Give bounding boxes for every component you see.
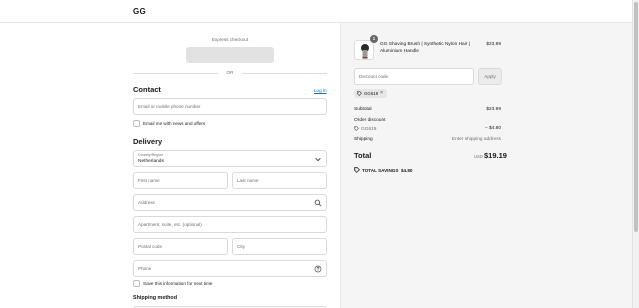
discount-code-input[interactable]: Discount code [354,68,474,85]
last-name-field[interactable]: Last name [232,172,327,189]
save-info-checkbox[interactable] [133,280,140,287]
city-field[interactable]: City [232,238,327,255]
country-value: Netherlands [138,159,164,164]
scrollbar-thumb[interactable] [634,2,638,232]
first-name-field[interactable]: First name [133,172,228,189]
city-placeholder: City [237,244,245,249]
shipping-method-heading: Shipping method [133,295,178,301]
apply-discount-button[interactable]: Apply [478,68,502,85]
country-label: Country/Region [138,153,163,157]
shipping-label: Shipping [354,137,373,142]
page-scrollbar[interactable] [632,0,639,308]
total-label: Total [354,151,372,160]
total-value: $19.19 [484,151,507,160]
postal-code-placeholder: Postal code [138,244,163,249]
postal-code-field[interactable]: Postal code [133,238,228,255]
apartment-placeholder: Apartment, suite, etc. (optional) [138,222,202,227]
checkout-form: Express checkout OR Contact Log in Email… [0,23,340,308]
order-discount-label: Order discount [354,118,386,123]
order-summary: 1 GG Shaving Brush | Synthetic Nylon Hai… [340,23,632,308]
question-circle-icon[interactable] [314,265,322,273]
express-checkout-label: Express checkout [211,37,249,42]
contact-heading: Contact [133,85,161,94]
quantity-badge: 1 [370,35,378,43]
total-savings-label: TOTAL SAVINGS [362,168,399,173]
order-discount-code-row: GG619 [354,126,376,132]
newsletter-label: Email me with news and offers [143,121,206,126]
first-name-placeholder: First name [138,178,160,183]
order-discount-code: GG619 [361,127,377,132]
or-divider-text: OR [226,70,234,75]
apartment-field[interactable]: Apartment, suite, etc. (optional) [133,216,327,233]
tag-icon [354,167,360,173]
last-name-placeholder: Last name [237,178,259,183]
shaving-brush-image [361,44,369,59]
close-icon[interactable]: × [380,90,383,96]
applied-discount-code: GG619 [364,91,379,96]
search-icon [314,199,322,207]
product-price: $23.99 [486,42,501,47]
total-currency: USD [474,154,483,159]
save-info-label: Save this information for next time [143,281,213,286]
email-field[interactable]: Email or mobile phone number [133,98,327,115]
tag-icon [357,91,362,96]
header: GG [0,0,632,23]
delivery-heading: Delivery [133,137,163,146]
discount-placeholder: Discount code [359,74,389,79]
chevron-down-icon [315,157,321,162]
divider-right [242,73,327,74]
applied-discount-tag: GG619 × [354,89,387,98]
store-logo[interactable]: GG [133,7,146,16]
subtotal-value: $23.99 [486,107,501,112]
divider-left [133,73,218,74]
address-placeholder: Address [138,200,155,205]
login-link[interactable]: Log in [314,88,327,93]
newsletter-checkbox[interactable] [133,120,140,127]
total-savings-value: $4.80 [400,168,413,173]
product-name: GG Shaving Brush | Synthetic Nylon Hair … [380,42,470,54]
shipping-value: Enter shipping address [451,137,501,142]
country-select[interactable]: Country/Region Netherlands [133,150,327,167]
tag-icon [354,126,359,131]
product-image [354,40,374,60]
email-placeholder: Email or mobile phone number [138,104,201,109]
order-discount-value: − $4.80 [484,126,501,131]
subtotal-label: Subtotal [354,107,372,112]
express-checkout-button[interactable] [186,47,274,63]
phone-placeholder: Phone [138,266,152,271]
total-savings: TOTAL SAVINGS $4.80 [354,167,412,173]
phone-field[interactable]: Phone [133,260,327,277]
address-field[interactable]: Address [133,194,327,211]
